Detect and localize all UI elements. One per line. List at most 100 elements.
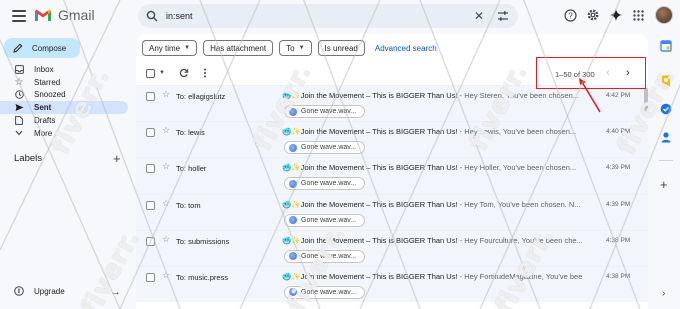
- attachment-chip[interactable]: Gone wave.wav...: [284, 105, 366, 118]
- filter-is-unread[interactable]: Is unread: [317, 40, 365, 56]
- filter-label: Any time: [149, 43, 181, 53]
- search-icon[interactable]: [146, 10, 158, 22]
- attachment-chip[interactable]: Gone wave.wav...: [284, 285, 366, 299]
- apps-grid-icon[interactable]: [629, 6, 647, 24]
- email-subject: Join the Movement – This is BIGGER Than …: [300, 199, 458, 209]
- email-row[interactable]: ☆ To: submissions 🥶✨Join the Movement – …: [136, 229, 648, 266]
- account-avatar[interactable]: [655, 6, 673, 24]
- email-subject: Join the Movement – This is BIGGER Than …: [300, 163, 458, 173]
- sidebar-item-label: More: [34, 128, 53, 138]
- select-all-checkbox[interactable]: [146, 68, 155, 78]
- row-checkbox[interactable]: [146, 272, 155, 282]
- email-row[interactable]: ☆ To: tom 🥶✨Join the Movement – This is …: [136, 193, 648, 230]
- audio-file-icon: [289, 107, 297, 116]
- sidebar-item-sent[interactable]: Sent: [0, 101, 128, 115]
- filter-any-time[interactable]: Any time ▼: [142, 40, 198, 56]
- email-snippet: - Hey Holler, You've been chosen...: [457, 163, 577, 173]
- upgrade-button[interactable]: Upgrade: [14, 286, 65, 296]
- list-scrollbar[interactable]: [644, 88, 648, 114]
- gmail-logo[interactable]: Gmail: [34, 7, 95, 23]
- subject-emoji: 🥶✨: [282, 235, 301, 245]
- clock-icon: [14, 90, 24, 100]
- create-label-plus-icon[interactable]: +: [113, 151, 121, 166]
- attachment-name: Gone wave.wav...: [301, 180, 357, 188]
- calendar-icon[interactable]: [660, 40, 672, 52]
- sidebar-item-label: Drafts: [34, 116, 56, 126]
- side-panel-divider: [659, 160, 673, 161]
- subject-emoji: 🥶✨: [282, 199, 301, 209]
- sidebar-item-drafts[interactable]: Drafts: [0, 114, 128, 127]
- email-recipient: To: holler: [176, 164, 207, 174]
- sidebar-item-inbox[interactable]: Inbox: [0, 63, 128, 76]
- search-filter-chips: Any time ▼ Has attachment To ▼ Is unread A…: [142, 40, 437, 56]
- annotation-arrow-icon: [579, 78, 601, 113]
- select-menu-caret-icon[interactable]: ▼: [159, 70, 165, 76]
- sidebar-item-label: Sent: [34, 103, 52, 113]
- star-toggle-icon[interactable]: ☆: [162, 125, 170, 136]
- compose-button[interactable]: Compose: [4, 38, 80, 58]
- row-checkbox[interactable]: [146, 200, 155, 210]
- filter-to[interactable]: To ▼: [279, 40, 312, 56]
- attachment-chip[interactable]: Gone wave.wav...: [284, 213, 366, 227]
- star-toggle-icon[interactable]: ☆: [162, 234, 170, 245]
- advanced-search-link[interactable]: Advanced search: [375, 44, 437, 53]
- row-checkbox[interactable]: [146, 128, 155, 138]
- email-row[interactable]: ☆ To: music.press 🥶✨Join the Movement – …: [136, 265, 648, 303]
- email-row[interactable]: ☆ To: holler 🥶✨Join the Movement – This …: [136, 157, 648, 194]
- more-options-icon[interactable]: [203, 68, 207, 78]
- contacts-icon[interactable]: [660, 131, 672, 143]
- attachment-chip[interactable]: Gone wave.wav...: [284, 141, 366, 155]
- email-subject: Join the Movement – This is BIGGER Than …: [300, 127, 458, 137]
- main-menu-icon[interactable]: [12, 10, 26, 22]
- star-toggle-icon[interactable]: ☆: [162, 89, 170, 100]
- chevron-down-icon: [14, 128, 24, 138]
- settings-gear-icon[interactable]: [584, 6, 602, 24]
- email-time: 4:42 PM: [606, 92, 631, 99]
- svg-text:?: ?: [568, 11, 573, 20]
- audio-file-icon: [289, 252, 297, 261]
- pencil-icon: [13, 43, 23, 53]
- audio-file-icon: [289, 216, 297, 225]
- row-checkbox[interactable]: [146, 236, 155, 246]
- arrow-right-icon[interactable]: →: [110, 286, 121, 298]
- attachment-name: Gone wave.wav...: [301, 144, 357, 152]
- star-toggle-icon[interactable]: ☆: [162, 198, 170, 209]
- help-icon[interactable]: ?: [561, 6, 579, 24]
- search-bar[interactable]: in:sent ✕: [138, 4, 518, 28]
- sidebar-item-starred[interactable]: ☆ Starred: [0, 76, 128, 89]
- email-row[interactable]: ☆ To: ellagigslutz 🥶✨Join the Movement –…: [136, 85, 648, 122]
- star-toggle-icon[interactable]: ☆: [162, 270, 170, 281]
- draft-icon: [14, 116, 24, 126]
- email-time: 4:39 PM: [606, 200, 631, 208]
- search-options-icon[interactable]: [496, 9, 510, 23]
- email-recipient: To: submissions: [176, 236, 230, 246]
- keep-notes-icon[interactable]: [660, 75, 672, 87]
- refresh-icon[interactable]: [179, 68, 189, 78]
- subject-emoji: 🥶✨: [282, 271, 301, 281]
- caret-down-icon: ▼: [298, 45, 305, 51]
- sidebar-item-more[interactable]: More: [0, 127, 128, 140]
- attachment-chip[interactable]: Gone wave.wav...: [284, 177, 366, 191]
- gmail-logo-text: Gmail: [58, 7, 95, 23]
- email-row[interactable]: ☆ To: lewis 🥶✨Join the Movement – This i…: [136, 121, 648, 158]
- send-icon: [14, 103, 24, 113]
- get-addons-plus-icon[interactable]: +: [660, 177, 668, 192]
- filter-has-attachment[interactable]: Has attachment: [203, 40, 274, 56]
- search-input[interactable]: in:sent: [166, 11, 472, 21]
- tasks-icon[interactable]: [660, 103, 672, 115]
- email-subject: Join the Movement – This is BIGGER Than …: [300, 271, 458, 281]
- row-checkbox[interactable]: [146, 92, 155, 101]
- subject-emoji: 🥶✨: [282, 127, 301, 137]
- sidebar-item-label: Snoozed: [34, 90, 66, 100]
- email-snippet: - Hey FortitudeMagazine, You've been c..…: [459, 271, 582, 281]
- star-toggle-icon[interactable]: ☆: [162, 161, 170, 172]
- email-snippet: - Hey Steren, You've been chosen...: [457, 91, 580, 100]
- attachment-chip[interactable]: Gone wave.wav...: [284, 249, 366, 263]
- gemini-sparkle-icon[interactable]: [607, 6, 625, 24]
- sidebar-item-label: Inbox: [34, 64, 54, 74]
- row-checkbox[interactable]: [146, 164, 155, 174]
- sidebar-item-snoozed[interactable]: Snoozed: [0, 89, 128, 102]
- clear-search-icon[interactable]: ✕: [472, 9, 486, 23]
- subject-emoji: 🥶✨: [282, 91, 301, 100]
- hide-side-panel-chevron-icon[interactable]: ›: [662, 288, 665, 299]
